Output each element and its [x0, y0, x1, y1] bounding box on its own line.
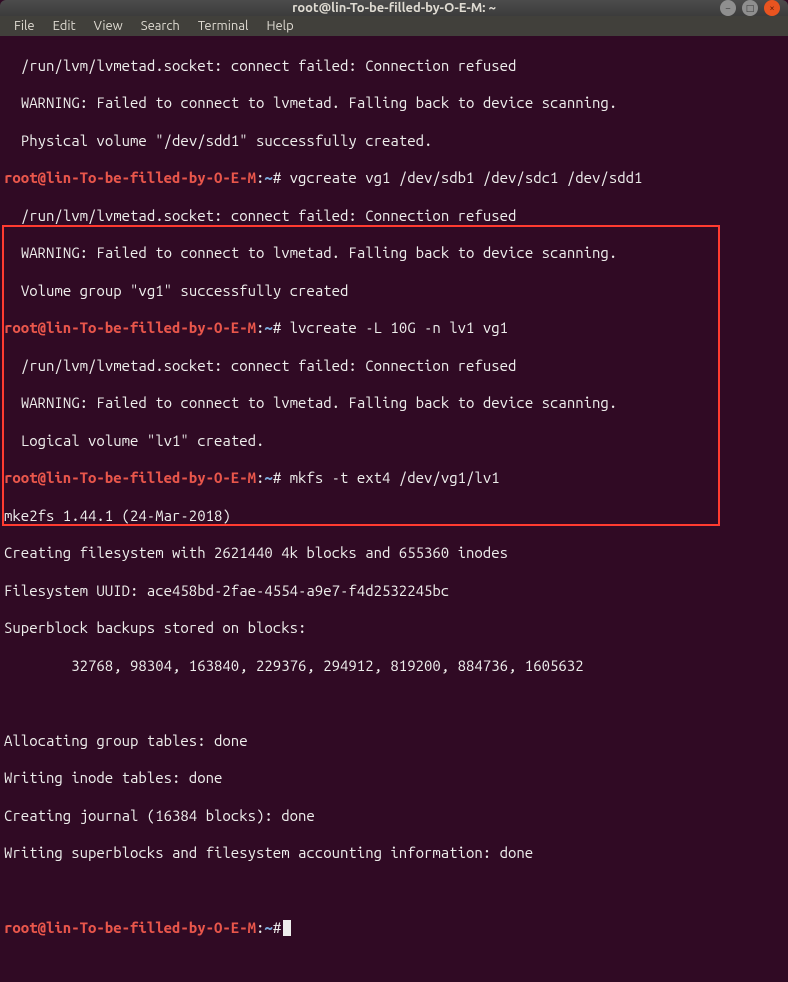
prompt-path: ~ [264, 469, 272, 486]
prompt-path: ~ [264, 919, 272, 936]
prompt-user-host: root@lin-To-be-filled-by-O-E-M [4, 169, 256, 186]
cursor [283, 920, 291, 936]
close-button[interactable]: × [764, 0, 780, 16]
menu-help[interactable]: Help [258, 16, 301, 36]
output-line: WARNING: Failed to connect to lvmetad. F… [4, 394, 784, 413]
menu-edit[interactable]: Edit [45, 16, 84, 36]
prompt-sep: : [256, 919, 264, 936]
menubar: File Edit View Search Terminal Help [0, 16, 788, 36]
output-line [4, 694, 784, 713]
titlebar: root@lin-To-be-filled-by-O-E-M: ~ – □ × [0, 0, 788, 16]
output-line: Writing inode tables: done [4, 769, 784, 788]
output-line: /run/lvm/lvmetad.socket: connect failed:… [4, 357, 784, 376]
prompt-user-host: root@lin-To-be-filled-by-O-E-M [4, 469, 256, 486]
terminal-output[interactable]: /run/lvm/lvmetad.socket: connect failed:… [0, 36, 788, 982]
output-line: WARNING: Failed to connect to lvmetad. F… [4, 94, 784, 113]
prompt-hash: # [273, 469, 281, 486]
command-text: mkfs -t ext4 /dev/vg1/lv1 [281, 469, 499, 486]
prompt-path: ~ [264, 319, 272, 336]
window-controls: – □ × [720, 0, 780, 16]
maximize-button[interactable]: □ [742, 0, 758, 16]
prompt-hash: # [273, 319, 281, 336]
menu-file[interactable]: File [6, 16, 43, 36]
output-line: Allocating group tables: done [4, 732, 784, 751]
prompt-line: root@lin-To-be-filled-by-O-E-M:~# [4, 919, 784, 938]
output-line: WARNING: Failed to connect to lvmetad. F… [4, 244, 784, 263]
menu-search[interactable]: Search [133, 16, 188, 36]
command-text: vgcreate vg1 /dev/sdb1 /dev/sdc1 /dev/sd… [281, 169, 642, 186]
prompt-user-host: root@lin-To-be-filled-by-O-E-M [4, 919, 256, 936]
prompt-line: root@lin-To-be-filled-by-O-E-M:~# mkfs -… [4, 469, 784, 488]
command-text: lvcreate -L 10G -n lv1 vg1 [281, 319, 508, 336]
menu-terminal[interactable]: Terminal [190, 16, 257, 36]
output-line: Volume group "vg1" successfully created [4, 282, 784, 301]
prompt-hash: # [273, 169, 281, 186]
output-line: Writing superblocks and filesystem accou… [4, 844, 784, 863]
output-line [4, 882, 784, 901]
prompt-user-host: root@lin-To-be-filled-by-O-E-M [4, 319, 256, 336]
prompt-line: root@lin-To-be-filled-by-O-E-M:~# vgcrea… [4, 169, 784, 188]
menu-view[interactable]: View [86, 16, 131, 36]
output-line: 32768, 98304, 163840, 229376, 294912, 81… [4, 657, 784, 676]
output-line: Creating filesystem with 2621440 4k bloc… [4, 544, 784, 563]
output-line: Creating journal (16384 blocks): done [4, 807, 784, 826]
output-line: mke2fs 1.44.1 (24-Mar-2018) [4, 507, 784, 526]
prompt-path: ~ [264, 169, 272, 186]
output-line: /run/lvm/lvmetad.socket: connect failed:… [4, 57, 784, 76]
output-line: Logical volume "lv1" created. [4, 432, 784, 451]
prompt-hash: # [273, 919, 281, 936]
output-line: Filesystem UUID: ace458bd-2fae-4554-a9e7… [4, 582, 784, 601]
output-line: /run/lvm/lvmetad.socket: connect failed:… [4, 207, 784, 226]
window-title: root@lin-To-be-filled-by-O-E-M: ~ [0, 1, 788, 15]
minimize-button[interactable]: – [720, 0, 736, 16]
output-line: Superblock backups stored on blocks: [4, 619, 784, 638]
prompt-line: root@lin-To-be-filled-by-O-E-M:~# lvcrea… [4, 319, 784, 338]
output-line: Physical volume "/dev/sdd1" successfully… [4, 132, 784, 151]
